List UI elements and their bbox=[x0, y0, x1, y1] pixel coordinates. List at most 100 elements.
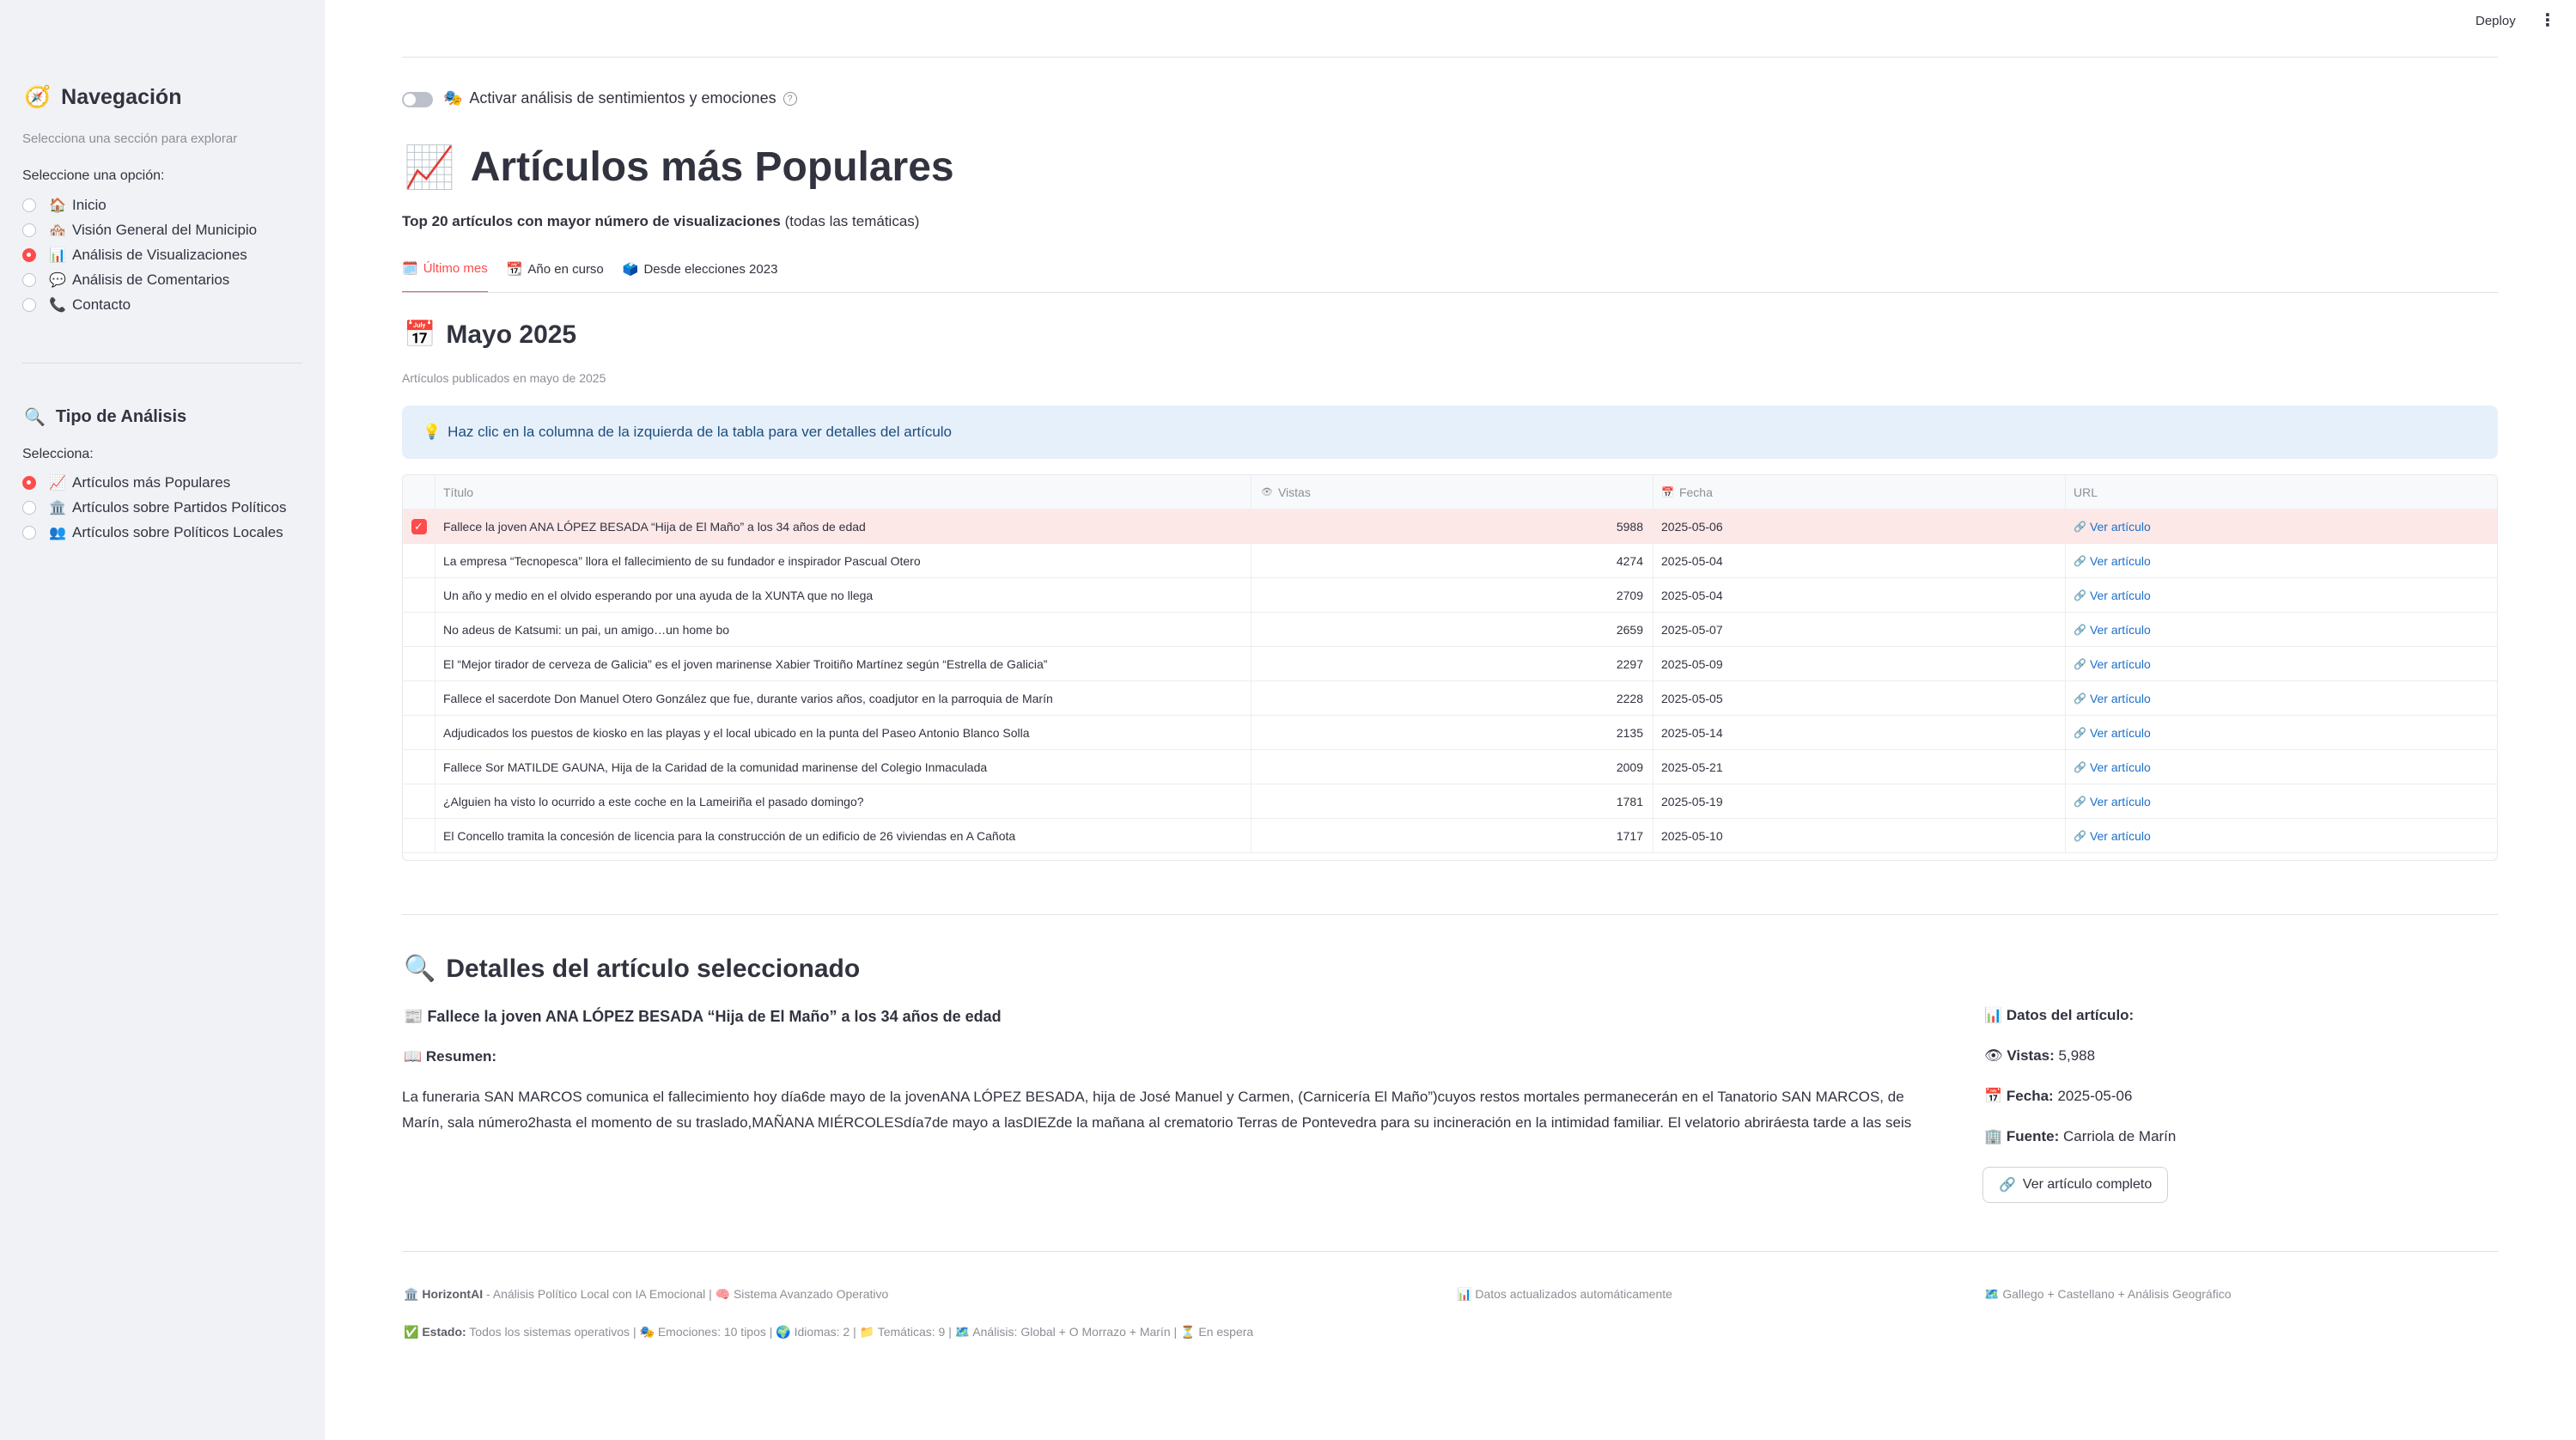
article-link[interactable]: Ver artículo bbox=[2090, 657, 2151, 671]
sentiment-toggle[interactable] bbox=[402, 92, 433, 107]
table-row[interactable]: El Concello tramita la concesión de lice… bbox=[403, 819, 2497, 853]
radio-button[interactable] bbox=[22, 297, 36, 312]
article-link[interactable]: Ver artículo bbox=[2090, 726, 2151, 740]
article-link[interactable]: Ver artículo bbox=[2090, 589, 2151, 602]
radio-option-vision-general-del-municipio[interactable]: 🏘️ Visión General del Municipio bbox=[22, 217, 257, 242]
article-data-heading: 📊 Datos del artículo: bbox=[1984, 1007, 2134, 1024]
radio-option-articulos-mas-populares[interactable]: 📈 Artículos más Populares bbox=[22, 470, 286, 495]
deploy-button[interactable]: Deploy bbox=[2476, 14, 2516, 28]
article-date: 📅 Fecha: 2025-05-06 bbox=[1984, 1088, 2132, 1105]
option-icon: 📊 bbox=[49, 247, 66, 263]
link-icon: 🔗 bbox=[2074, 829, 2086, 842]
cell-url: 🔗 Ver artículo bbox=[2066, 784, 2497, 818]
table-row[interactable]: Fallece Sor MATILDE GAUNA, Hija de la Ca… bbox=[403, 750, 2497, 784]
more-vert-icon[interactable]: ⋮ bbox=[2539, 12, 2556, 29]
info-alert: 💡 Haz clic en la columna de la izquierda… bbox=[402, 406, 2498, 459]
table-row[interactable]: Fallece el sacerdote Don Manuel Otero Go… bbox=[403, 681, 2497, 716]
world-map-icon: 🗺️ bbox=[1984, 1287, 2000, 1301]
cell-date: 2025-05-09 bbox=[1653, 647, 2066, 680]
table-row[interactable]: ✓ Fallece la joven ANA LÓPEZ BESADA “Hija… bbox=[403, 509, 2497, 544]
row-select-cell[interactable] bbox=[403, 647, 435, 680]
cell-url: 🔗 Ver artículo bbox=[2066, 578, 2497, 612]
radio-button[interactable] bbox=[22, 223, 36, 237]
table-row[interactable]: No adeus de Katsumi: un pai, un amigo…un… bbox=[403, 613, 2497, 647]
article-link[interactable]: Ver artículo bbox=[2090, 623, 2151, 637]
globe-icon: 🌍 bbox=[776, 1325, 791, 1339]
newspaper-icon: 📰 bbox=[404, 1008, 423, 1025]
table-row[interactable]: Un año y medio en el olvido esperando po… bbox=[403, 578, 2497, 613]
date-label: Fecha: bbox=[2006, 1088, 2054, 1104]
radio-button[interactable] bbox=[22, 500, 36, 515]
table-row[interactable]: ¿Alguien ha visto lo ocurrido a este coc… bbox=[403, 784, 2497, 819]
checkbox-checked-icon[interactable]: ✓ bbox=[411, 518, 427, 534]
tab-desde-elecciones-2023[interactable]: 🗳️ Desde elecciones 2023 bbox=[623, 260, 778, 293]
table-row[interactable]: El “Mejor tirador de cerveza de Galicia”… bbox=[403, 647, 2497, 681]
row-select-cell[interactable] bbox=[403, 750, 435, 784]
option-icon: 🏘️ bbox=[49, 223, 66, 238]
tab-icon: 📆 bbox=[506, 262, 523, 277]
table-row[interactable]: La empresa “Tecnopesca” llora el falleci… bbox=[403, 544, 2497, 578]
radio-button[interactable] bbox=[22, 247, 36, 262]
tab-label: Año en curso bbox=[527, 261, 604, 277]
article-link[interactable]: Ver artículo bbox=[2090, 520, 2151, 534]
radio-label: Contacto bbox=[72, 296, 131, 313]
radio-option-articulos-sobre-partidos-politicos[interactable]: 🏛️ Artículos sobre Partidos Políticos bbox=[22, 495, 286, 520]
article-link[interactable]: Ver artículo bbox=[2090, 692, 2151, 705]
views-label: Vistas: bbox=[2007, 1047, 2055, 1064]
footer-divider bbox=[402, 1251, 2498, 1252]
row-select-cell[interactable] bbox=[403, 819, 435, 852]
header-title[interactable]: Título bbox=[435, 475, 1251, 509]
radio-button[interactable] bbox=[22, 525, 36, 540]
radio-option-analisis-de-comentarios[interactable]: 💬 Análisis de Comentarios bbox=[22, 267, 257, 292]
cell-url: 🔗 Ver artículo bbox=[2066, 647, 2497, 680]
view-full-article-button[interactable]: 🔗 Ver artículo completo bbox=[1982, 1167, 2169, 1203]
row-select-cell[interactable] bbox=[403, 544, 435, 577]
page-subtitle: Top 20 artículos con mayor número de vis… bbox=[402, 213, 919, 230]
cell-title: Fallece Sor MATILDE GAUNA, Hija de la Ca… bbox=[435, 750, 1251, 784]
analysis-header: 🔍 Tipo de Análisis bbox=[24, 406, 186, 428]
row-select-cell[interactable]: ✓ bbox=[403, 509, 435, 543]
article-link[interactable]: Ver artículo bbox=[2090, 829, 2151, 843]
article-link[interactable]: Ver artículo bbox=[2090, 554, 2151, 568]
article-data-label: Datos del artículo: bbox=[2006, 1007, 2134, 1023]
help-icon[interactable]: ? bbox=[783, 91, 797, 106]
row-select-cell[interactable] bbox=[403, 716, 435, 749]
radio-button[interactable] bbox=[22, 272, 36, 287]
calendar-icon: 📅 bbox=[404, 320, 436, 349]
link-icon: 🔗 bbox=[2074, 692, 2086, 705]
radio-button[interactable] bbox=[22, 198, 36, 212]
footer-brand-rest: - Análisis Político Local con IA Emocion… bbox=[483, 1287, 716, 1301]
page-title-text: Artículos más Populares bbox=[470, 144, 954, 190]
table-row[interactable]: Adjudicados los puestos de kiosko en las… bbox=[403, 716, 2497, 750]
radio-button[interactable] bbox=[22, 475, 36, 490]
radio-option-inicio[interactable]: 🏠 Inicio bbox=[22, 192, 257, 217]
option-icon: 🏠 bbox=[49, 198, 66, 213]
link-icon: 🔗 bbox=[2074, 760, 2086, 773]
tab-ultimo-mes[interactable]: 🗓️ Último mes bbox=[402, 260, 488, 293]
month-title-text: Mayo 2025 bbox=[446, 320, 577, 349]
footer-languages: 🗺️ Gallego + Castellano + Análisis Geogr… bbox=[1984, 1287, 2232, 1302]
row-select-cell[interactable] bbox=[403, 578, 435, 612]
article-link[interactable]: Ver artículo bbox=[2090, 760, 2151, 774]
compass-icon: 🧭 bbox=[24, 85, 52, 109]
eye-icon: 👁 bbox=[1261, 487, 1273, 497]
tab-ano-en-curso[interactable]: 📆 Año en curso bbox=[507, 260, 604, 293]
article-link[interactable]: Ver artículo bbox=[2090, 795, 2151, 808]
bar-chart-icon: 📊 bbox=[1457, 1287, 1472, 1301]
radio-option-contacto[interactable]: 📞 Contacto bbox=[22, 292, 257, 317]
header-date[interactable]: 📅 Fecha bbox=[1653, 475, 2066, 509]
eye-icon: 👁 bbox=[1984, 1047, 2003, 1064]
nav-header: 🧭 Navegación bbox=[24, 85, 181, 110]
header-views[interactable]: 👁 Vistas bbox=[1251, 475, 1653, 509]
row-select-cell[interactable] bbox=[403, 681, 435, 715]
articles-table[interactable]: Título 👁 Vistas 📅 Fecha URL ✓ Fallece la … bbox=[402, 474, 2498, 861]
row-select-cell[interactable] bbox=[403, 784, 435, 818]
tab-icon: 🗳️ bbox=[622, 262, 639, 277]
radio-option-analisis-de-visualizaciones[interactable]: 📊 Análisis de Visualizaciones bbox=[22, 242, 257, 267]
source-label: Fuente: bbox=[2006, 1128, 2060, 1144]
article-title: 📰 Fallece la joven ANA LÓPEZ BESADA “Hij… bbox=[404, 1008, 1002, 1026]
radio-option-articulos-sobre-politicos-locales[interactable]: 👥 Artículos sobre Políticos Locales bbox=[22, 520, 286, 545]
radio-label: Artículos sobre Políticos Locales bbox=[72, 523, 283, 540]
row-select-cell[interactable] bbox=[403, 613, 435, 646]
header-url[interactable]: URL bbox=[2066, 475, 2497, 509]
